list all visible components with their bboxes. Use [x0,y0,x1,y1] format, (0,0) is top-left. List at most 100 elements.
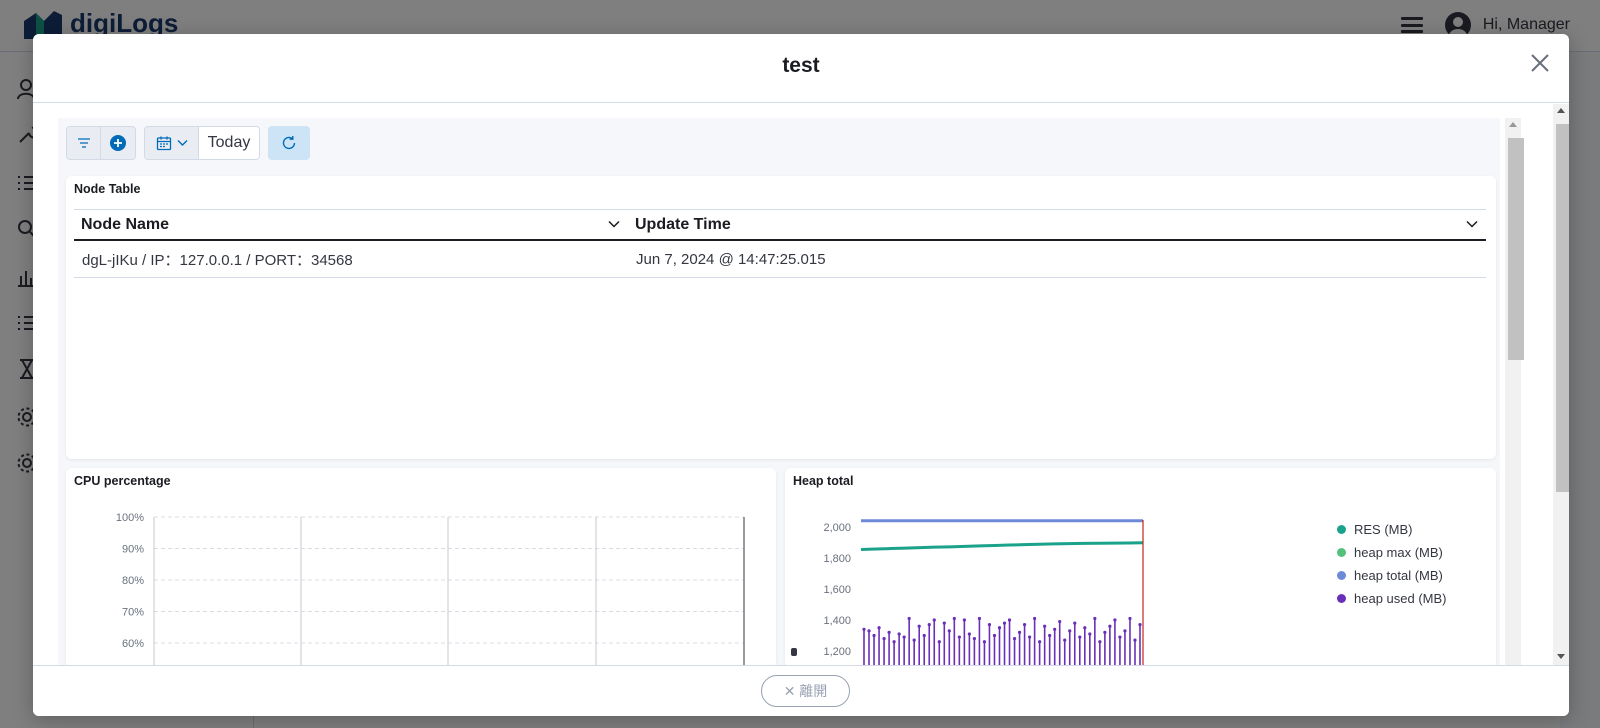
heap-used-point [1103,630,1107,634]
heap-used-point [1073,621,1077,625]
y-tick-label: 1,400 [823,615,851,627]
dashboard-scrollbar[interactable] [1505,118,1524,665]
heap-used-point [1108,624,1112,628]
heap-used-point [1002,621,1007,625]
heap-used-point [1088,632,1092,636]
heap-used-point [1058,619,1062,624]
legend-label: heap total (MB) [1354,568,1443,583]
dashboard-toolbar: Today [66,126,310,160]
heap-chart-panel: Heap total 2,000 1,800 1,600 1,400 1,200 RES… [785,468,1496,665]
column-header-update-time[interactable]: Update Time [628,210,1486,239]
scroll-up-icon[interactable] [1557,108,1565,113]
heap-used-point [1078,635,1082,639]
legend-item[interactable]: heap max (MB) [1337,541,1447,564]
node-table-panel: Node Table Node Name Update Time dgL-jIK… [66,176,1496,459]
filter-button-group [66,126,136,160]
heap-used-point [957,635,961,639]
filter-button[interactable] [67,127,101,159]
table-row[interactable]: dgL-jIKu / IP：127.0.0.1 / PORT：34568 Jun… [74,241,1486,278]
modal-body: Today Node Table Node Name Update Time d… [33,104,1569,665]
axis-label-fragment [791,648,797,656]
legend-label: RES (MB) [1354,522,1413,537]
legend-dot-icon [1337,594,1346,603]
add-filter-button[interactable] [101,127,135,159]
heap-used-point [907,616,911,621]
heap-used-point [1022,623,1027,627]
heap-used-point [897,632,901,636]
heap-used-point [872,633,876,638]
legend-dot-icon [1337,571,1346,580]
heap-used-point [932,618,936,622]
heap-used-point [902,635,906,639]
legend-dot-icon [1337,525,1346,534]
heap-used-point [1113,618,1117,622]
scrollbar-thumb[interactable] [1508,138,1524,360]
heap-used-point [1017,630,1022,634]
y-tick-label: 80% [122,575,144,587]
cpu-chart: 100% 90% 80% 70% 60% [116,512,745,665]
heap-used-point [1093,616,1097,621]
cpu-chart-panel: CPU percentage 100% 90% 80% 70% 60% [66,468,776,665]
legend-item[interactable]: heap used (MB) [1337,587,1447,610]
heap-used-point [867,629,871,633]
heap-used-point [1038,640,1042,644]
column-header-label: Node Name [81,215,170,233]
chevron-down-icon[interactable] [608,220,620,228]
heap-chart-legend: RES (MB) heap max (MB) heap total (MB) heap… [1337,518,1447,610]
modal-scrollbar[interactable] [1553,104,1569,665]
scrollbar-thumb[interactable] [1556,124,1569,492]
heap-used-point [887,630,891,634]
date-quick-menu-button[interactable] [145,127,199,159]
heap-used-point [1012,637,1017,641]
node-table: Node Name Update Time dgL-jIKu / IP：127.… [74,209,1486,278]
date-range-text[interactable]: Today [199,127,259,159]
chevron-down-icon[interactable] [1466,220,1478,228]
heap-used-point [997,626,1002,630]
y-tick-label: 90% [122,544,144,556]
heap-used-point [882,637,886,641]
modal-footer: ✕ 離開 [33,665,1569,716]
plus-circle-icon [110,135,126,151]
table-cell: Jun 7, 2024 @ 14:47:25.015 [636,250,826,268]
heap-used-point [892,640,896,644]
y-tick-label: 2,000 [823,522,851,534]
refresh-icon [282,136,296,150]
close-icon[interactable] [1529,52,1551,74]
heap-used-point [1123,629,1127,633]
scroll-down-icon[interactable] [1557,654,1565,659]
heap-used-point [1033,616,1037,621]
heap-used-point [862,627,866,631]
heap-used-point [972,637,976,641]
heap-used-point [917,624,921,628]
heap-used-point [1063,638,1067,642]
heap-used-point [962,618,966,622]
heap-used-point [977,616,982,621]
node-table-title: Node Table [74,182,141,196]
table-cell: dgL-jIKu / IP：127.0.0.1 / PORT：34568 [82,251,353,269]
heap-used-point [937,640,941,644]
heap-used-point [912,638,916,642]
modal-title: test [782,54,820,77]
dashboard-panel: Today Node Table Node Name Update Time d… [58,118,1500,665]
heap-used-point [1083,626,1087,630]
filter-icon [77,138,90,148]
leave-button[interactable]: ✕ 離開 [761,675,850,707]
y-tick-label: 100% [116,512,144,524]
heap-used-point [1048,633,1052,638]
heap-used-point [922,633,926,638]
column-header-node-name[interactable]: Node Name [74,210,628,239]
legend-item[interactable]: RES (MB) [1337,518,1447,541]
heap-used-point [1068,629,1072,633]
legend-item[interactable]: heap total (MB) [1337,564,1447,587]
y-tick-label: 1,200 [823,646,851,658]
y-tick-label: 70% [122,607,144,619]
heap-used-point [947,629,951,633]
refresh-button[interactable] [268,126,310,160]
heap-used-point [1028,635,1032,639]
y-tick-label: 1,600 [823,584,851,596]
scroll-up-icon[interactable] [1509,122,1517,127]
legend-dot-icon [1337,548,1346,557]
heap-used-point [967,632,971,636]
y-tick-label: 60% [122,638,144,650]
modal-dialog: test Today Node Table Node Name Update T… [33,34,1569,716]
